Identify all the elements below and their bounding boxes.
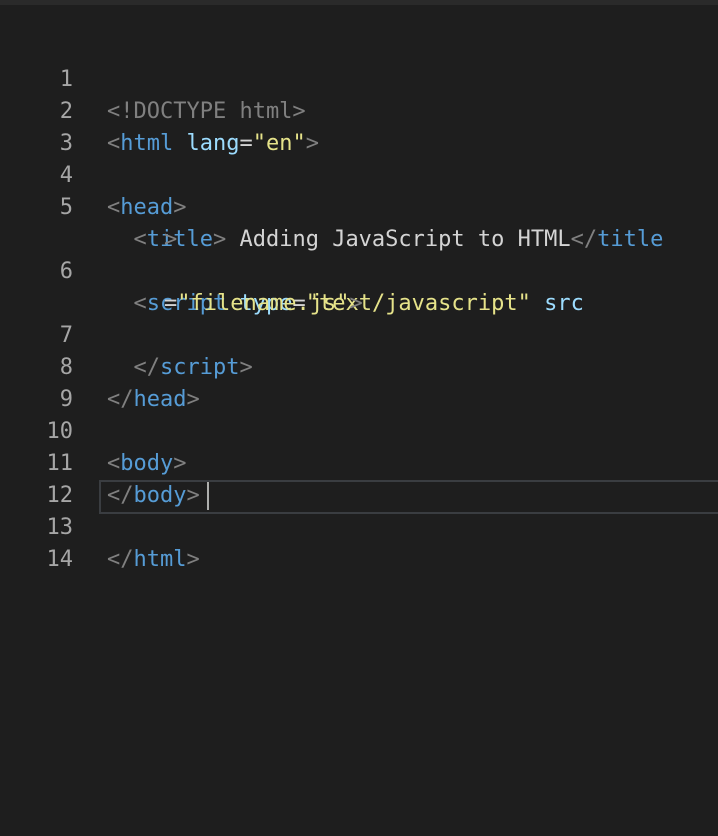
line-content: <!DOCTYPE html> bbox=[107, 96, 306, 128]
attribute-token: src bbox=[544, 291, 584, 316]
code-line-8[interactable]: 8 </head> bbox=[0, 320, 200, 412]
tag-token: body bbox=[133, 483, 187, 508]
bracket-token: > bbox=[173, 451, 187, 476]
code-line-12[interactable]: 12 bbox=[0, 448, 74, 508]
bracket-token: </ bbox=[107, 483, 134, 508]
equals-token: = bbox=[164, 291, 178, 316]
code-line-9[interactable]: 9 bbox=[0, 352, 73, 412]
bracket-token: < bbox=[107, 195, 121, 220]
code-line-6-wrap: ="filename.js"> bbox=[0, 256, 363, 316]
code-line-14[interactable]: 14 bbox=[0, 512, 74, 572]
tag-token: title bbox=[146, 227, 213, 252]
line-content: </head> bbox=[107, 384, 200, 416]
line-content: <title> Adding JavaScript to HTML</title bbox=[107, 224, 664, 256]
tag-token: head bbox=[120, 195, 174, 220]
code-line-5[interactable]: 5 <title> Adding JavaScript to HTML</tit… bbox=[0, 160, 664, 252]
line-content: <body> bbox=[107, 448, 186, 480]
bracket-token: > bbox=[164, 227, 178, 252]
code-line-11[interactable]: 11 </body> bbox=[0, 416, 200, 508]
bracket-token: > bbox=[186, 547, 200, 572]
code-line-5-wrap: > bbox=[0, 192, 177, 252]
text-cursor bbox=[207, 482, 209, 510]
tag-token: html bbox=[120, 131, 174, 156]
code-line-4[interactable]: 4 <head> bbox=[0, 128, 187, 220]
code-line-6[interactable]: 6 <script type="text/javascript" src bbox=[0, 224, 584, 316]
code-editor[interactable]: 1 <!DOCTYPE html> 2 <html lang="en"> 3 4… bbox=[0, 0, 718, 836]
code-line-1[interactable]: 1 <!DOCTYPE html> bbox=[0, 32, 306, 124]
text-token: Adding JavaScript to HTML bbox=[226, 227, 571, 252]
bracket-token: > bbox=[239, 355, 253, 380]
code-line-10[interactable]: 10 <body> bbox=[0, 384, 187, 476]
tag-token: head bbox=[133, 387, 187, 412]
wrapped-content: ="filename.js"> bbox=[164, 288, 363, 320]
bracket-token: > bbox=[186, 483, 200, 508]
wrapped-content: > bbox=[164, 224, 177, 256]
editor-top-border bbox=[0, 0, 718, 5]
string-token: "filename.js" bbox=[177, 291, 350, 316]
bracket-token: < bbox=[133, 291, 147, 316]
line-number: 14 bbox=[46, 547, 74, 572]
bracket-token: </ bbox=[107, 547, 134, 572]
bracket-token: > bbox=[186, 387, 200, 412]
tag-token: html bbox=[133, 547, 187, 572]
bracket-token: > bbox=[173, 195, 187, 220]
tag-token: title bbox=[597, 227, 664, 252]
bracket-token: > bbox=[305, 131, 319, 156]
code-line-7[interactable]: 7 </script> bbox=[0, 288, 253, 380]
bracket-token: </ bbox=[570, 227, 598, 252]
bracket-token: < bbox=[133, 227, 147, 252]
line-content: </html> bbox=[107, 544, 200, 576]
bracket-token: </ bbox=[133, 355, 161, 380]
code-line-3[interactable]: 3 bbox=[0, 96, 73, 156]
string-token: "en" bbox=[252, 131, 306, 156]
bracket-token: < bbox=[107, 131, 121, 156]
bracket-token: < bbox=[107, 451, 121, 476]
doctype-token: <!DOCTYPE html> bbox=[107, 99, 306, 124]
tag-token: body bbox=[120, 451, 174, 476]
code-line-13[interactable]: 13 </html> bbox=[0, 480, 200, 572]
attribute-token: lang bbox=[186, 131, 240, 156]
line-content: </body> bbox=[107, 480, 200, 512]
equals-token: = bbox=[239, 131, 253, 156]
bracket-token: > bbox=[349, 291, 363, 316]
line-content: <html lang="en"> bbox=[107, 128, 319, 160]
bracket-token: </ bbox=[107, 387, 134, 412]
code-line-2[interactable]: 2 <html lang="en"> bbox=[0, 64, 319, 156]
bracket-token: > bbox=[212, 227, 227, 252]
line-content: </script> bbox=[107, 352, 253, 384]
tag-token: script bbox=[160, 355, 240, 380]
line-content: <head> bbox=[107, 192, 186, 224]
